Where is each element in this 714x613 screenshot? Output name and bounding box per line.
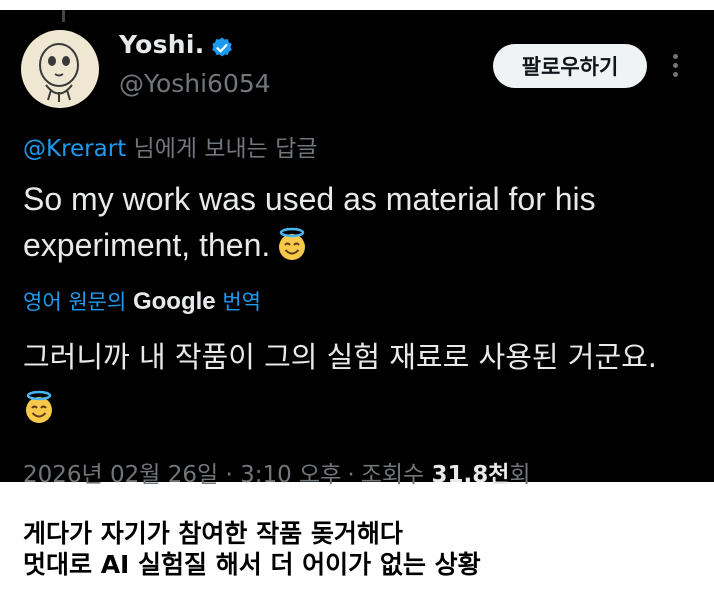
google-logo-text: Google bbox=[132, 288, 216, 315]
views-label: 조회수 bbox=[360, 462, 425, 488]
verified-badge-icon bbox=[212, 37, 232, 57]
author-name[interactable]: Yoshi. bbox=[119, 30, 205, 59]
follow-button[interactable]: 팔로우하기 bbox=[493, 44, 647, 88]
caption-line-2: 멋대로 AI 실험질 해서 더 어이가 없는 상황 bbox=[23, 550, 481, 579]
reply-mention-link[interactable]: @Krerart bbox=[23, 136, 126, 162]
caption: 게다가 자기가 참여한 작품 돚거해다 멋대로 AI 실험질 해서 더 어이가 … bbox=[23, 518, 481, 580]
tweet-card: Yoshi. @Yoshi6054 팔로우하기 @Krerart 님에게 보내는… bbox=[0, 10, 714, 488]
avatar[interactable] bbox=[21, 30, 99, 108]
caption-line-1: 게다가 자기가 참여한 작품 돚거해다 bbox=[23, 519, 403, 548]
translation-attribution[interactable]: 영어 원문의 Google 번역 bbox=[23, 286, 261, 316]
author-handle[interactable]: @Yoshi6054 bbox=[119, 69, 271, 98]
reply-suffix: 님에게 보내는 답글 bbox=[133, 136, 318, 162]
tweet-text: So my work was used as material for his … bbox=[23, 176, 693, 268]
translate-prefix: 영어 원문의 bbox=[23, 290, 127, 314]
avatar-doodle-icon bbox=[39, 43, 79, 102]
translated-text-body: 그러니까 내 작품이 그의 실험 재료로 사용된 거군요. bbox=[23, 340, 658, 374]
tweet-metadata: 2026년 02월 26일 · 3:10 오후 · 조회수 31.8천회 bbox=[23, 455, 531, 489]
more-options-icon[interactable] bbox=[665, 50, 685, 84]
meta-separator: · bbox=[347, 462, 355, 488]
halo-smile-emoji-icon bbox=[26, 390, 52, 423]
views-count: 31.8천 bbox=[431, 462, 510, 488]
replying-to: @Krerart 님에게 보내는 답글 bbox=[23, 129, 317, 163]
translated-text: 그러니까 내 작품이 그의 실험 재료로 사용된 거군요. bbox=[23, 333, 703, 425]
thread-connector-line bbox=[62, 10, 65, 22]
halo-smile-emoji-icon bbox=[279, 227, 306, 260]
translate-suffix: 번역 bbox=[222, 290, 261, 314]
tweet-timestamp-link[interactable]: 2026년 02월 26일 · 3:10 오후 bbox=[23, 462, 341, 488]
views-suffix: 회 bbox=[509, 462, 531, 488]
